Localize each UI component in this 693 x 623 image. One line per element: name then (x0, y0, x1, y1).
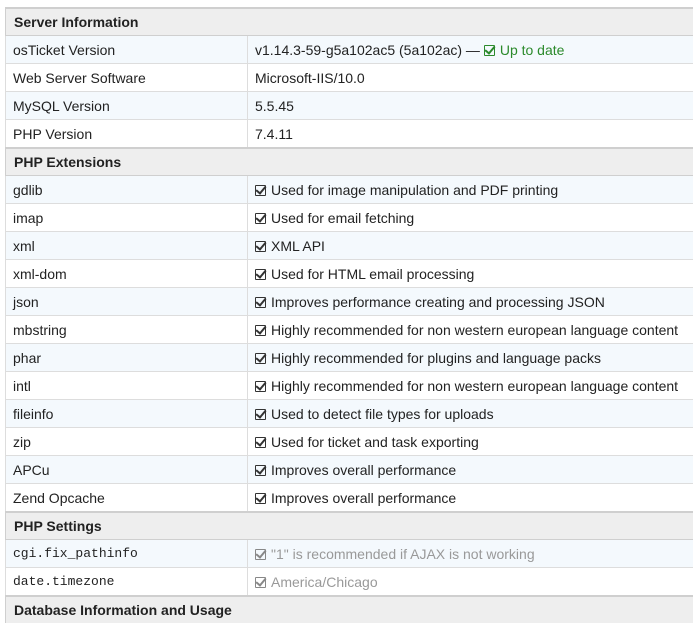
check-square-icon (255, 436, 266, 448)
extension-description-cell: Used for email fetching (247, 203, 693, 232)
table-row-extension: imap Used for email fetching (5, 203, 693, 232)
extension-description-cell: Improves overall performance (247, 455, 693, 484)
setting-description-cell: America/Chicago (247, 567, 693, 597)
extension-description: XML API (271, 237, 325, 254)
table-row-osticket-version: osTicket Version v1.14.3-59-g5a102ac5 (5… (5, 35, 693, 64)
extension-description: Improves performance creating and proces… (271, 293, 605, 310)
check-square-icon (255, 240, 266, 252)
extension-description: Used to detect file types for uploads (271, 405, 494, 422)
row-label: PHP Version (5, 119, 248, 149)
extension-name: phar (5, 343, 248, 372)
check-square-icon (255, 408, 266, 420)
table-row-extension: fileinfo Used to detect file types for u… (5, 399, 693, 428)
update-status: Up to date (499, 41, 565, 58)
check-square-icon (255, 324, 266, 336)
table-row-extension: mbstring Highly recommended for non west… (5, 315, 693, 344)
extension-name: zip (5, 427, 248, 456)
section-header-server-information: Server Information (4, 7, 693, 36)
extension-description: Used for email fetching (271, 209, 415, 226)
extension-name: imap (5, 203, 248, 232)
section-title: Server Information (4, 7, 693, 36)
extension-description-cell: Used for image manipulation and PDF prin… (247, 175, 693, 204)
check-square-icon (255, 268, 266, 280)
extension-description: Highly recommended for non western europ… (271, 321, 679, 338)
check-square-icon (255, 576, 266, 588)
setting-description-cell: "1" is recommended if AJAX is not workin… (247, 539, 693, 568)
table-row-setting: date.timezone America/Chicago (5, 567, 693, 597)
table-row-extension: json Improves performance creating and p… (5, 287, 693, 316)
extension-description-cell: Improves overall performance (247, 483, 693, 513)
setting-name: date.timezone (5, 567, 248, 597)
table-row-extension: phar Highly recommended for plugins and … (5, 343, 693, 372)
extension-name: xml (5, 231, 248, 260)
table-row-setting: cgi.fix_pathinfo "1" is recommended if A… (5, 539, 693, 568)
check-square-icon (255, 296, 266, 308)
setting-description: "1" is recommended if AJAX is not workin… (271, 545, 535, 562)
section-header-php-settings: PHP Settings (4, 511, 693, 540)
extension-description: Highly recommended for non western europ… (271, 377, 679, 394)
extension-description-cell: Used for ticket and task exporting (247, 427, 693, 456)
check-square-icon (255, 548, 266, 560)
setting-name: cgi.fix_pathinfo (5, 539, 248, 568)
extension-name: xml-dom (5, 259, 248, 288)
section-title: PHP Extensions (4, 147, 693, 176)
extension-description-cell: Used to detect file types for uploads (247, 399, 693, 428)
row-value: 5.5.45 (247, 91, 693, 120)
extension-description-cell: Used for HTML email processing (247, 259, 693, 288)
row-value: 7.4.11 (247, 119, 693, 149)
extension-description-cell: Improves performance creating and proces… (247, 287, 693, 316)
check-square-icon (483, 44, 495, 56)
table-row-extension: zip Used for ticket and task exporting (5, 427, 693, 456)
check-square-icon (255, 352, 266, 364)
section-title: PHP Settings (4, 511, 693, 540)
extension-description-cell: Highly recommended for plugins and langu… (247, 343, 693, 372)
extension-name: intl (5, 371, 248, 400)
row-value: v1.14.3-59-g5a102ac5 (5a102ac) — Up to d… (247, 35, 693, 64)
row-value: Microsoft-IIS/10.0 (247, 63, 693, 92)
row-label: osTicket Version (5, 35, 248, 64)
check-square-icon (255, 380, 266, 392)
table-row-extension: APCu Improves overall performance (5, 455, 693, 484)
extension-name: Zend Opcache (5, 483, 248, 513)
extension-description-cell: Highly recommended for non western europ… (247, 315, 693, 344)
extension-description-cell: Highly recommended for non western europ… (247, 371, 693, 400)
table-row-extension: xml XML API (5, 231, 693, 260)
extension-name: gdlib (5, 175, 248, 204)
table-row-extension: xml-dom Used for HTML email processing (5, 259, 693, 288)
extension-description: Used for ticket and task exporting (271, 433, 479, 450)
osticket-version-value: v1.14.3-59-g5a102ac5 (5a102ac) — (255, 41, 480, 58)
check-square-icon (255, 492, 266, 504)
extension-description-cell: XML API (247, 231, 693, 260)
table-row-extension: intl Highly recommended for non western … (5, 371, 693, 400)
extension-name: mbstring (5, 315, 248, 344)
section-title: Database Information and Usage (4, 595, 693, 623)
check-square-icon (255, 464, 266, 476)
table-row-extension: Zend Opcache Improves overall performanc… (5, 483, 693, 513)
row-label: MySQL Version (5, 91, 248, 120)
section-header-php-extensions: PHP Extensions (4, 147, 693, 176)
system-information-table: Server Information osTicket Version v1.1… (4, 7, 693, 623)
table-row-extension: gdlib Used for image manipulation and PD… (5, 175, 693, 204)
extension-description: Used for image manipulation and PDF prin… (271, 181, 559, 198)
check-square-icon (255, 212, 266, 224)
table-row-mysql-version: MySQL Version 5.5.45 (5, 91, 693, 120)
table-row-php-version: PHP Version 7.4.11 (5, 119, 693, 149)
extension-description: Improves overall performance (271, 461, 457, 478)
row-label: Web Server Software (5, 63, 248, 92)
extension-description: Highly recommended for plugins and langu… (271, 349, 601, 366)
extension-name: fileinfo (5, 399, 248, 428)
extension-description: Improves overall performance (271, 489, 457, 506)
setting-description: America/Chicago (271, 573, 378, 590)
extension-name: json (5, 287, 248, 316)
table-row-web-server: Web Server Software Microsoft-IIS/10.0 (5, 63, 693, 92)
check-square-icon (255, 184, 266, 196)
extension-description: Used for HTML email processing (271, 265, 475, 282)
extension-name: APCu (5, 455, 248, 484)
section-header-database-information: Database Information and Usage (4, 595, 693, 623)
